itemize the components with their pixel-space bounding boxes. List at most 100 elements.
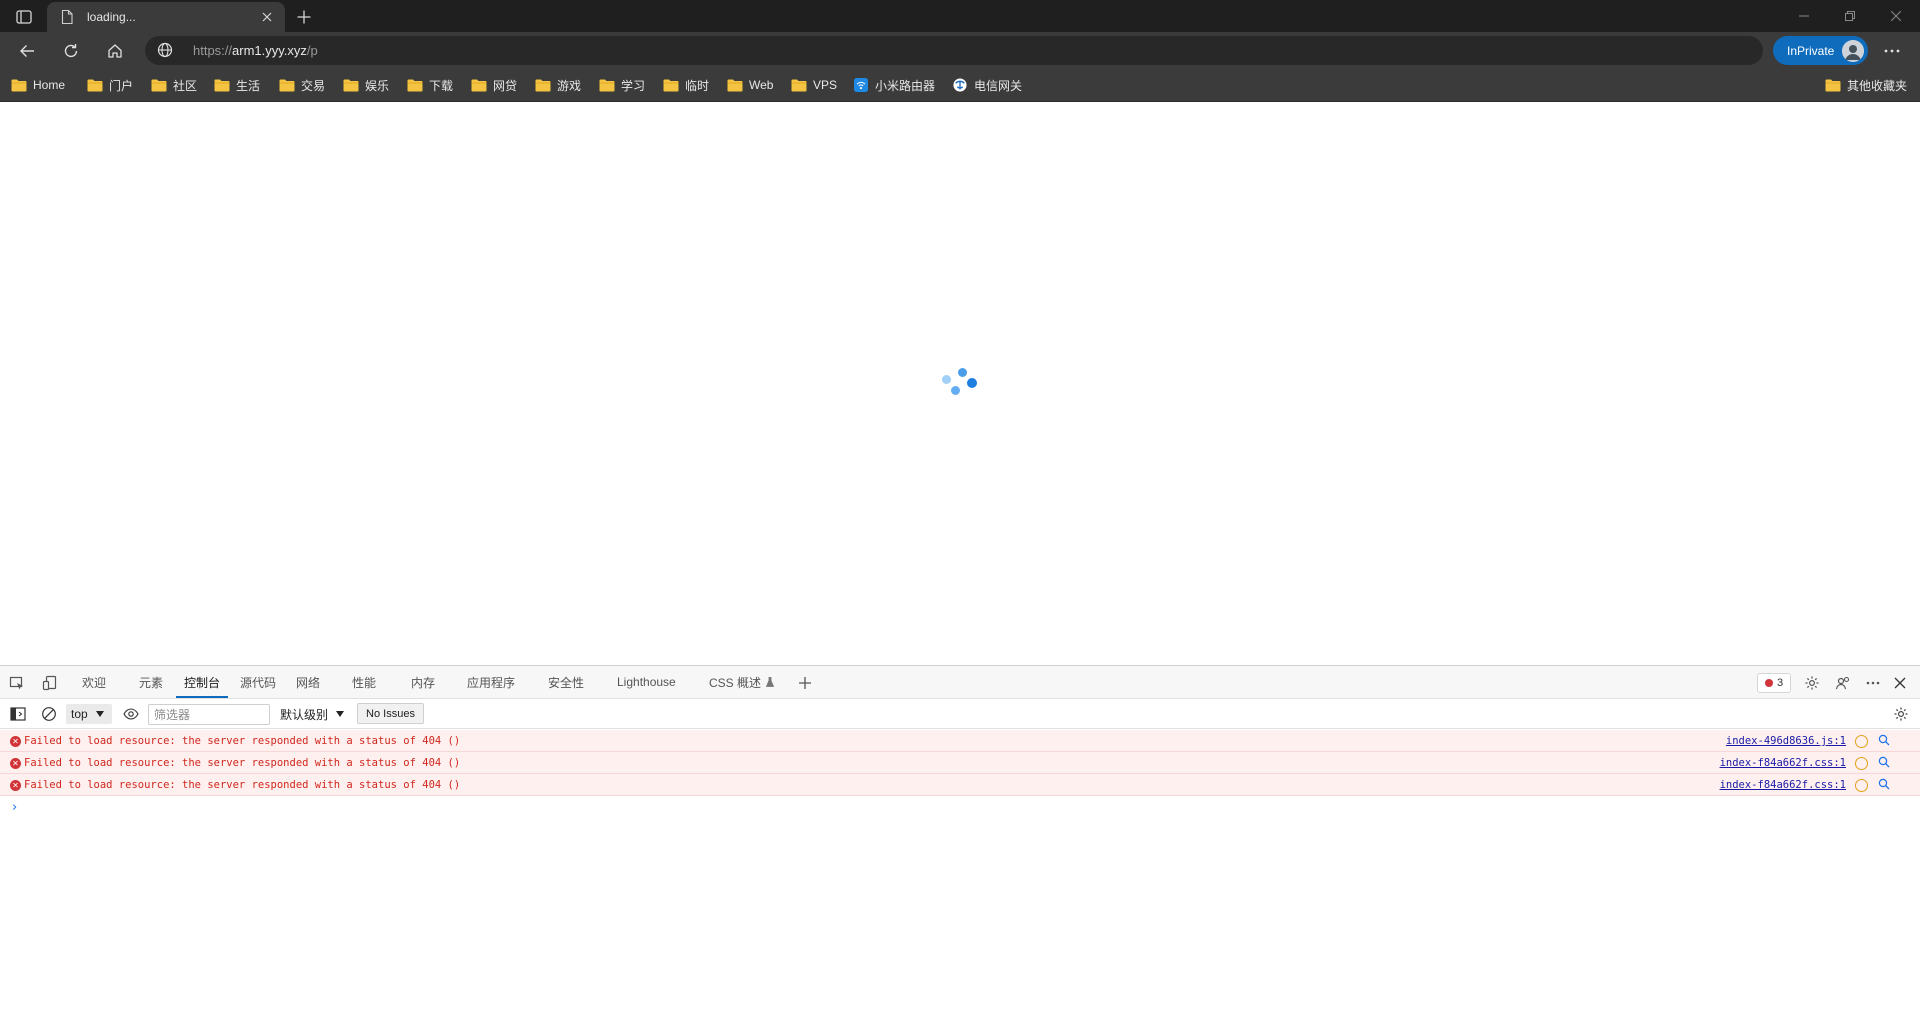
address-bar[interactable]: https://arm1.yyy.xyz/p	[145, 36, 1763, 65]
favorite-label: 门户	[109, 78, 134, 93]
devtools-tab[interactable]: 源代码	[240, 666, 276, 698]
devtools-tab-label: 元素	[139, 675, 164, 690]
devtools-tab-label: 应用程序	[467, 675, 516, 690]
globe-icon[interactable]	[157, 42, 173, 58]
device-icon	[42, 675, 57, 691]
console-toolbar: top 默认级别 No Issues	[0, 699, 1920, 729]
favorite-item[interactable]: 交易	[279, 76, 325, 94]
favorite-label: 小米路由器	[875, 78, 936, 93]
devtools-settings-button[interactable]	[1801, 672, 1823, 694]
folder-icon	[599, 79, 615, 92]
flask-icon	[766, 677, 775, 687]
console-settings-button[interactable]	[1890, 703, 1912, 725]
favorite-item[interactable]: 临时	[663, 76, 709, 94]
favorite-label: 学习	[621, 78, 646, 93]
favorite-item[interactable]: 门户	[87, 76, 133, 94]
error-count-badge[interactable]: 3	[1757, 673, 1791, 693]
home-button[interactable]	[100, 36, 130, 66]
close-icon	[1894, 677, 1906, 689]
favorite-item[interactable]: 生活	[214, 76, 260, 94]
new-tab-button[interactable]	[292, 5, 316, 29]
devtools-tab[interactable]: 控制台	[175, 666, 229, 698]
favorite-item[interactable]: 网贷	[471, 76, 517, 94]
tab-actions-icon	[16, 10, 32, 24]
browser-tab[interactable]: loading...	[47, 2, 285, 32]
source-link[interactable]: index-f84a662f.css:1	[1720, 779, 1846, 791]
favorite-item[interactable]: Home	[11, 76, 65, 94]
devtools-tab[interactable]: Lighthouse	[617, 666, 676, 698]
favorite-label: 娱乐	[365, 78, 390, 93]
favorite-item[interactable]: 下载	[407, 76, 453, 94]
devtools-tab[interactable]: 网络	[296, 666, 320, 698]
spinner-dot	[958, 368, 967, 377]
device-emulation-button[interactable]	[39, 672, 61, 694]
minimize-button[interactable]	[1782, 0, 1826, 32]
dropdown-arrow-icon	[95, 711, 104, 717]
explain-error-icon[interactable]	[1855, 779, 1868, 792]
devtools-tab[interactable]: 元素	[139, 666, 163, 698]
devtools-tab[interactable]: 内存	[411, 666, 435, 698]
tab-title: loading...	[87, 10, 136, 24]
context-select[interactable]: top	[66, 704, 112, 724]
favorite-item[interactable]: Web	[727, 76, 773, 94]
clear-console-button[interactable]	[38, 703, 60, 725]
devtools-tab[interactable]: CSS 概述	[709, 666, 775, 698]
devtools-tab-label: 欢迎	[82, 675, 107, 690]
explain-error-icon[interactable]	[1855, 757, 1868, 770]
log-level-value: 默认级别	[280, 707, 329, 722]
close-tab-button[interactable]	[257, 7, 277, 27]
favorite-label: 下载	[429, 78, 454, 93]
favorite-label: 交易	[301, 78, 326, 93]
close-devtools-button[interactable]	[1889, 672, 1911, 694]
search-icon[interactable]	[1878, 778, 1890, 790]
console-filter-input[interactable]	[148, 704, 270, 725]
devtools-tab-label: 内存	[411, 675, 436, 690]
spinner-dot	[942, 375, 951, 384]
favorites-bar: Home 门户 社区 生活 交易 娱乐 下载 网贷 游戏 学习 临时 Web VPS 小米路由器 电信网关 …	[0, 69, 1920, 102]
favorite-item[interactable]: VPS	[791, 76, 837, 94]
spinner-dot	[967, 378, 977, 388]
devtools-tab[interactable]: 安全性	[548, 666, 584, 698]
inspect-icon	[9, 676, 23, 690]
favorite-item[interactable]: 电信网关	[952, 76, 1022, 94]
search-icon[interactable]	[1878, 756, 1890, 768]
issues-button[interactable]: No Issues	[357, 703, 424, 724]
source-link[interactable]: index-496d8636.js:1	[1726, 735, 1846, 747]
back-button[interactable]	[12, 36, 42, 66]
close-window-button[interactable]	[1874, 0, 1918, 32]
explain-error-icon[interactable]	[1855, 735, 1868, 748]
refresh-button[interactable]	[56, 36, 86, 66]
favorite-item[interactable]: 社区	[151, 76, 197, 94]
favorite-item[interactable]: 游戏	[535, 76, 581, 94]
inprivate-button[interactable]: InPrivate	[1773, 36, 1868, 65]
devtools-tab[interactable]: 应用程序	[467, 666, 515, 698]
source-link[interactable]: index-f84a662f.css:1	[1720, 757, 1846, 769]
more-tools-button[interactable]	[794, 672, 816, 694]
devtools-tab[interactable]: 欢迎	[82, 666, 106, 698]
devtools-more-button[interactable]	[1862, 672, 1884, 694]
favorite-item[interactable]: 小米路由器	[853, 76, 935, 94]
log-level-select[interactable]: 默认级别	[280, 704, 345, 724]
url-text[interactable]: https://arm1.yyy.xyz/p	[193, 43, 318, 58]
devtools-panel: 欢迎 元素 控制台 源代码 网络 性能 内存 应用程序 安全性 Lighthouse CSS 概述 …	[0, 665, 1920, 1033]
toolbar: https://arm1.yyy.xyz/p InPrivate	[0, 32, 1920, 69]
favorite-item[interactable]: 娱乐	[343, 76, 389, 94]
devtools-tab[interactable]: 性能	[352, 666, 376, 698]
console-sidebar-button[interactable]	[7, 703, 29, 725]
connect-device-button[interactable]	[1832, 672, 1854, 694]
inspect-element-button[interactable]	[6, 672, 28, 694]
restore-button[interactable]	[1828, 0, 1872, 32]
devtools-tab-label: CSS 概述	[709, 675, 762, 690]
console-prompt[interactable]: ›	[12, 800, 17, 815]
console-message-text: Failed to load resource: the server resp…	[24, 779, 461, 791]
favorite-item[interactable]: 学习	[599, 76, 645, 94]
search-icon[interactable]	[1878, 734, 1890, 746]
gear-icon	[1805, 676, 1819, 690]
folder-icon	[535, 79, 551, 92]
settings-more-button[interactable]	[1877, 36, 1907, 66]
url-scheme: https://	[193, 43, 233, 58]
other-favorites-folder[interactable]: 其他收藏夹	[1825, 76, 1907, 94]
error-count: 3	[1776, 677, 1784, 689]
live-expression-button[interactable]	[120, 703, 142, 725]
tab-actions-button[interactable]	[10, 6, 38, 28]
